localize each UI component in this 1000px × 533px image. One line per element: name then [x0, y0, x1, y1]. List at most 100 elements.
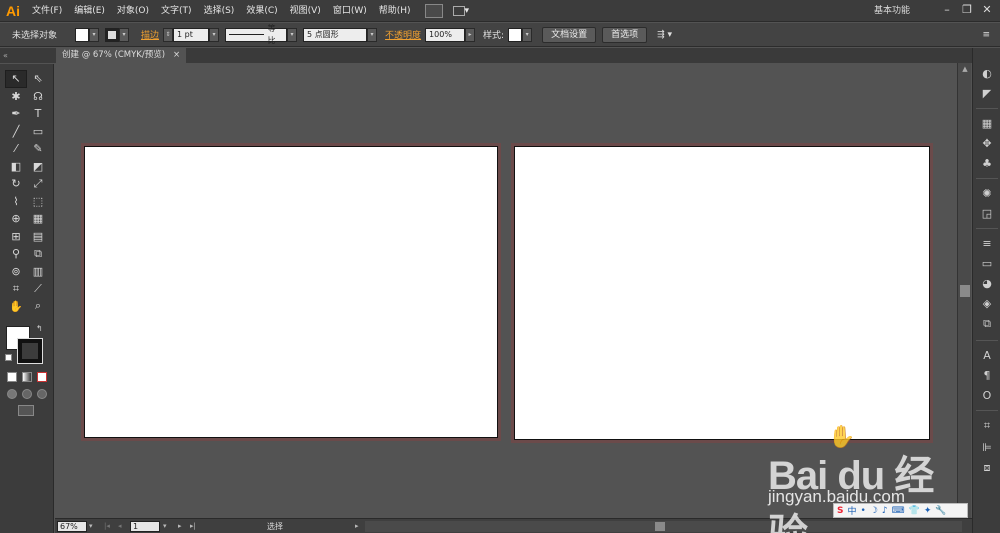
stroke-weight-stepper[interactable]: ⇕ — [163, 27, 174, 42]
style-dropdown-icon[interactable]: ▾ — [522, 27, 533, 42]
appearance-panel-icon[interactable]: ✺ — [978, 186, 996, 202]
hand-tool-icon[interactable]: ✋ — [5, 298, 27, 316]
swatches-panel-icon[interactable]: ▦ — [978, 116, 996, 132]
zoom-tool-icon[interactable]: ⌕ — [27, 298, 49, 316]
status-menu-icon[interactable]: ▸ — [355, 520, 359, 533]
ime-keyboard-icon[interactable]: ⌨ — [892, 506, 905, 516]
document-tab[interactable]: 创建 @ 67% (CMYK/预览) × — [56, 48, 187, 63]
stroke-weight-dropdown-icon[interactable]: ▾ — [209, 27, 220, 42]
color-panel-icon[interactable]: ◐ — [978, 66, 996, 82]
profile-dropdown-icon[interactable]: ▾ — [287, 27, 298, 42]
width-tool-icon[interactable]: ⌇ — [5, 193, 27, 211]
slice-tool-icon[interactable]: ⟋ — [27, 280, 49, 298]
color-mode-icon[interactable] — [7, 372, 17, 382]
status-tool-label[interactable]: 选择 — [267, 520, 283, 533]
symbol-sprayer-tool-icon[interactable]: ⊚ — [5, 263, 27, 281]
menu-select[interactable]: 选择(S) — [198, 0, 241, 22]
gradient-mode-icon[interactable] — [22, 372, 32, 382]
ime-settings-icon[interactable]: 🔧 — [935, 506, 946, 516]
scale-tool-icon[interactable]: ⤢ — [27, 175, 49, 193]
brush-definition[interactable]: 5 点圆形 — [303, 27, 368, 42]
vertical-scroll-thumb[interactable] — [960, 285, 970, 297]
next-artboard-icon[interactable]: ▸ — [178, 520, 182, 533]
zoom-dropdown-icon[interactable]: ▾ — [89, 520, 93, 533]
align-panel-icon[interactable]: ⊫ — [978, 440, 996, 456]
menu-view[interactable]: 视图(V) — [284, 0, 327, 22]
close-button[interactable]: ✕ — [978, 3, 996, 17]
brush-dropdown-icon[interactable]: ▾ — [367, 27, 378, 42]
blend-tool-icon[interactable]: ⧉ — [27, 245, 49, 263]
bridge-icon[interactable] — [424, 3, 443, 18]
zoom-level-field[interactable]: 67% — [57, 521, 87, 532]
none-mode-icon[interactable] — [37, 372, 47, 382]
symbols-panel-icon[interactable]: ♣ — [978, 156, 996, 172]
gradient-tool-icon[interactable]: ▤ — [27, 228, 49, 246]
color-guide-icon[interactable]: ◤ — [978, 86, 996, 102]
pathfinder-panel-icon[interactable]: ⧈ — [978, 460, 996, 476]
perspective-grid-tool-icon[interactable]: ▦ — [27, 210, 49, 228]
graphic-styles-panel-icon[interactable]: ◲ — [978, 206, 996, 222]
shape-builder-tool-icon[interactable]: ⊕ — [5, 210, 27, 228]
gradient-panel-icon[interactable]: ▭ — [978, 256, 996, 272]
restore-button[interactable]: ❐ — [958, 3, 976, 17]
rectangle-tool-icon[interactable]: ▭ — [27, 123, 49, 141]
close-tab-icon[interactable]: × — [173, 48, 180, 63]
default-fill-stroke-icon[interactable] — [5, 354, 12, 361]
artboards-panel-icon[interactable]: ⧉ — [978, 316, 996, 332]
draw-inside-icon[interactable] — [37, 389, 47, 399]
eraser-tool-icon[interactable]: ◩ — [27, 158, 49, 176]
pen-tool-icon[interactable]: ✒ — [5, 105, 27, 123]
menu-type[interactable]: 文字(T) — [155, 0, 198, 22]
menu-help[interactable]: 帮助(H) — [373, 0, 417, 22]
minimize-button[interactable]: – — [938, 3, 956, 17]
magic-wand-tool-icon[interactable]: ✱ — [5, 88, 27, 106]
stroke-panel-icon[interactable]: ≡ — [978, 236, 996, 252]
ime-skin-icon[interactable]: 👕 — [909, 506, 920, 516]
free-transform-tool-icon[interactable]: ⬚ — [27, 193, 49, 211]
variable-width-profile[interactable]: 等比 — [225, 24, 288, 45]
stroke-dropdown-icon[interactable]: ▾ — [119, 27, 130, 42]
transparency-panel-icon[interactable]: ◕ — [978, 276, 996, 292]
stroke-weight-field[interactable]: 1 pt — [173, 27, 210, 42]
paintbrush-tool-icon[interactable]: ⁄ — [5, 140, 27, 158]
ime-width-icon[interactable]: ☽ — [870, 506, 878, 516]
selection-tool-icon[interactable]: ↖ — [5, 70, 27, 88]
blob-brush-tool-icon[interactable]: ◧ — [5, 158, 27, 176]
stroke-panel-link[interactable]: 描边 — [137, 28, 163, 41]
menu-object[interactable]: 对象(O) — [111, 0, 155, 22]
opentype-panel-icon[interactable]: O — [978, 388, 996, 404]
transform-panel-icon[interactable]: ⌗ — [978, 418, 996, 434]
graphic-style-swatch[interactable] — [508, 27, 523, 42]
fill-color-swatch[interactable] — [75, 27, 90, 42]
preferences-button[interactable]: 首选项 — [602, 26, 648, 43]
arrange-documents-icon[interactable]: ▾ — [452, 4, 475, 18]
line-tool-icon[interactable]: ╱ — [5, 123, 27, 141]
opacity-link[interactable]: 不透明度 — [381, 28, 425, 41]
brushes-panel-icon[interactable]: ✥ — [978, 136, 996, 152]
column-graph-tool-icon[interactable]: ▥ — [27, 263, 49, 281]
opacity-dropdown-icon[interactable]: ▸ — [465, 27, 476, 42]
artboard-tool-icon[interactable]: ⌗ — [5, 280, 27, 298]
artboard-2[interactable] — [514, 146, 930, 440]
swap-fill-stroke-icon[interactable]: ↰ — [36, 324, 43, 333]
control-panel-menu-icon[interactable]: ⇶ ▾ — [653, 30, 676, 40]
lasso-tool-icon[interactable]: ☊ — [27, 88, 49, 106]
workspace-switcher[interactable]: 基本功能 — [874, 0, 910, 22]
last-artboard-icon[interactable]: ▸| — [190, 520, 196, 533]
ime-voice-icon[interactable]: ♪ — [882, 506, 888, 516]
menu-file[interactable]: 文件(F) — [26, 0, 68, 22]
character-panel-icon[interactable]: A — [978, 348, 996, 364]
ime-toolbar[interactable]: S 中 • ☽ ♪ ⌨ 👕 ✦ 🔧 — [833, 503, 968, 518]
collapse-tools-icon[interactable]: « — [3, 48, 8, 63]
rotate-tool-icon[interactable]: ↻ — [5, 175, 27, 193]
horizontal-scroll-thumb[interactable] — [655, 522, 665, 531]
fill-dropdown-icon[interactable]: ▾ — [89, 27, 100, 42]
paragraph-panel-icon[interactable]: ¶ — [978, 368, 996, 384]
menu-effect[interactable]: 效果(C) — [240, 0, 283, 22]
draw-normal-icon[interactable] — [7, 389, 17, 399]
stroke-color-swatch[interactable] — [105, 27, 120, 42]
direct-selection-tool-icon[interactable]: ⇖ — [27, 70, 49, 88]
type-tool-icon[interactable]: T — [27, 105, 49, 123]
screen-mode-icon[interactable] — [18, 405, 34, 416]
previous-artboard-icon[interactable]: ◂ — [118, 520, 122, 533]
